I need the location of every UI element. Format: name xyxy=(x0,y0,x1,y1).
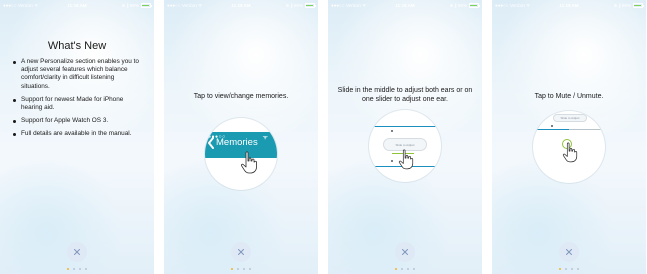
page-indicator[interactable] xyxy=(0,268,154,271)
list-item: A new Personalize section enables you to… xyxy=(13,58,141,91)
slide-pill-label: Slide to Adjust xyxy=(395,142,415,147)
instruction-text: Tap to Mute / Unmute. xyxy=(534,93,604,100)
clock-label: 11:18 AM xyxy=(67,3,87,8)
page-dot[interactable] xyxy=(407,268,410,271)
hand-pointer-icon xyxy=(562,142,578,163)
page-dot[interactable] xyxy=(236,268,239,271)
close-icon xyxy=(402,249,408,255)
list-item: Support for newest Made for iPhone heari… xyxy=(13,96,141,112)
list-item: Full details are available in the manual… xyxy=(13,130,141,138)
slide-pill: Slide to Adjust xyxy=(553,114,587,122)
page-dot[interactable] xyxy=(558,268,561,271)
page-dot[interactable] xyxy=(230,268,233,271)
slide-pill-label: Slide to Adjust xyxy=(560,116,580,120)
status-right: ⊕ ∦ 80% xyxy=(102,2,152,9)
clock-label: 11:18 AM xyxy=(231,3,251,8)
battery-icon xyxy=(468,3,480,8)
close-icon xyxy=(566,249,572,255)
page-dot[interactable] xyxy=(79,268,82,271)
status-right-label: ⊕ ∦ 80% xyxy=(285,2,303,8)
memories-illustration: ●●●○○ ᯤ Memories xyxy=(205,118,277,190)
slider-knob xyxy=(551,125,553,127)
status-bar: ●●●○○ Verizon ᯤ 11:18 AM ⊕ ∦ 80% xyxy=(164,0,318,11)
memories-back-label: Memories xyxy=(216,137,258,148)
carrier-label: ●●●○○ Verizon ᯤ xyxy=(331,2,367,8)
carrier-label: ●●●○○ Verizon ᯤ xyxy=(3,2,39,8)
clock-label: 11:18 AM xyxy=(559,3,579,8)
clock-label: 11:18 AM xyxy=(395,3,415,8)
page-dot[interactable] xyxy=(85,268,88,271)
close-button[interactable] xyxy=(395,242,415,262)
carrier-label: ●●●○○ Verizon ᯤ xyxy=(495,2,531,8)
status-right: ⊕ ∦ 80% xyxy=(594,2,644,9)
whats-new-list: A new Personalize section enables you to… xyxy=(13,58,141,144)
screen-slide-adjust: ●●●○○ Verizon ᯤ 11:18 AM ⊕ ∦ 80% Slide i… xyxy=(328,0,482,274)
page-indicator[interactable] xyxy=(328,268,482,271)
page-title: What's New xyxy=(47,40,107,52)
page-indicator[interactable] xyxy=(492,268,646,271)
screen-memories: ●●●○○ Verizon ᯤ 11:18 AM ⊕ ∦ 80% Tap to … xyxy=(164,0,318,274)
close-icon xyxy=(74,249,80,255)
page-dot[interactable] xyxy=(571,268,574,271)
status-right: ⊕ ∦ 80% xyxy=(430,2,480,9)
page-dot[interactable] xyxy=(243,268,246,271)
page-dot[interactable] xyxy=(577,268,580,271)
volume-slider-track xyxy=(569,129,605,130)
wifi-icon: ᯤ xyxy=(262,135,268,141)
status-right: ⊕ ∦ 80% xyxy=(266,2,316,9)
left-ear-slider xyxy=(369,126,441,128)
page-dot[interactable] xyxy=(564,268,567,271)
slider-illustration: Slide to Adjust xyxy=(369,110,441,182)
screen-mute: ●●●○○ Verizon ᯤ 11:18 AM ⊕ ∦ 80% Tap to … xyxy=(492,0,646,274)
status-bar: ●●●○○ Verizon ᯤ 11:18 AM ⊕ ∦ 80% xyxy=(0,0,154,11)
status-bar: ●●●○○ Verizon ᯤ 11:18 AM ⊕ ∦ 80% xyxy=(492,0,646,11)
battery-icon xyxy=(304,3,316,8)
close-button[interactable] xyxy=(231,242,251,262)
status-bar: ●●●○○ Verizon ᯤ 11:18 AM ⊕ ∦ 80% xyxy=(328,0,482,11)
close-button[interactable] xyxy=(559,242,579,262)
page-indicator[interactable] xyxy=(164,268,318,271)
page-dot[interactable] xyxy=(72,268,75,271)
close-button[interactable] xyxy=(67,242,87,262)
status-right-label: ⊕ ∦ 80% xyxy=(121,2,139,8)
page-dot[interactable] xyxy=(400,268,403,271)
hand-pointer-icon xyxy=(398,149,414,170)
instruction-text: Tap to view/change memories. xyxy=(193,93,289,100)
page-dot[interactable] xyxy=(394,268,397,271)
page-dot[interactable] xyxy=(413,268,416,271)
close-icon xyxy=(238,249,244,255)
battery-icon xyxy=(140,3,152,8)
slider-knob xyxy=(391,130,393,132)
slider-knob xyxy=(391,160,393,162)
page-dot[interactable] xyxy=(66,268,69,271)
screen-whats-new: ●●●○○ Verizon ᯤ 11:18 AM ⊕ ∦ 80% What's … xyxy=(0,0,154,274)
battery-icon xyxy=(632,3,644,8)
hand-pointer-icon xyxy=(241,151,257,174)
status-right-label: ⊕ ∦ 80% xyxy=(449,2,467,8)
page-dot[interactable] xyxy=(249,268,252,271)
mute-illustration: Slide to Adjust xyxy=(533,111,605,183)
list-item: Support for Apple Watch OS 3. xyxy=(13,117,141,125)
carrier-label: ●●●○○ Verizon ᯤ xyxy=(167,2,203,8)
volume-slider-active xyxy=(533,129,569,131)
status-right-label: ⊕ ∦ 80% xyxy=(613,2,631,8)
instruction-text: Slide in the middle to adjust both ears … xyxy=(337,87,473,103)
chevron-left-icon xyxy=(208,137,214,149)
